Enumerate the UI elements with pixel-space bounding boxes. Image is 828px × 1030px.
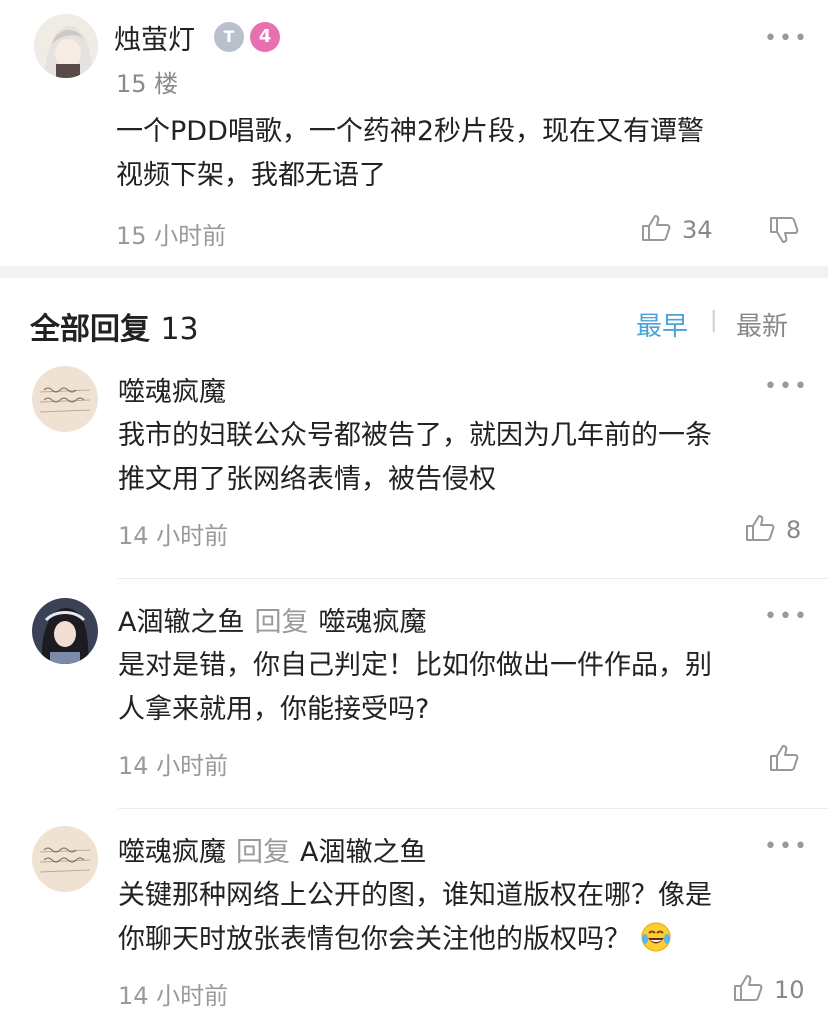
reply-like-count: 10 (774, 976, 805, 1004)
reply-header-line: A涸辙之鱼 回复 噬魂疯魔 (118, 600, 426, 639)
user-level-badge: 4 (250, 22, 280, 52)
reply-text-line-2-wrapper: 你聊天时放张表情包你会关注他的版权吗？ (118, 918, 712, 962)
reply-username[interactable]: 噬魂疯魔 (118, 370, 226, 409)
replies-title: 全部回复 (30, 312, 150, 347)
op-avatar[interactable] (34, 14, 98, 78)
reply-text-line-1: 是对是错，你自己判定！比如你做出一件作品，别 (118, 650, 712, 681)
thumbs-down-icon[interactable] (768, 214, 800, 246)
reply-text-line-2: 你聊天时放张表情包你会关注他的版权吗？ (118, 924, 631, 955)
section-separator (0, 266, 828, 278)
thumbs-up-icon[interactable] (768, 742, 800, 774)
sort-newest-tab[interactable]: 最新 (736, 306, 788, 343)
reply-text-line-2: 人拿来就用，你能接受吗? (118, 694, 430, 725)
op-like-count: 34 (682, 216, 713, 244)
thumbs-up-icon[interactable] (744, 512, 776, 544)
reply-label: 回复 (236, 837, 290, 868)
reply-avatar[interactable] (32, 598, 98, 664)
floor-number: 15 楼 (116, 70, 179, 98)
thumbs-up-icon[interactable] (732, 972, 764, 1004)
reply-timestamp: 14 小时前 (118, 982, 229, 1010)
op-username[interactable]: 烛萤灯 (114, 18, 195, 57)
more-dots-icon[interactable]: ••• (764, 26, 809, 51)
more-dots-icon[interactable]: ••• (764, 374, 809, 399)
reply-text: 我市的妇联公众号都被告了，就因为几年前的一条 推文用了张网络表情，被告侵权 (118, 414, 712, 502)
reply-username[interactable]: A涸辙之鱼 (118, 607, 244, 638)
reply-text-line-1: 关键那种网络上公开的图，谁知道版权在哪？像是 (118, 880, 712, 911)
thumbs-up-icon[interactable] (640, 212, 672, 244)
reply-like-count: 8 (786, 516, 802, 544)
op-text-line-1: 一个PDD唱歌，一个药神2秒片段，现在又有谭警 (116, 116, 705, 147)
user-tag-badge: T (214, 22, 244, 52)
reply-divider (118, 808, 828, 809)
reply-avatar[interactable] (32, 366, 98, 432)
more-dots-icon[interactable]: ••• (764, 834, 809, 859)
reply-text-line-2: 推文用了张网络表情，被告侵权 (118, 464, 496, 495)
sort-separator: | (710, 308, 718, 333)
replies-count: 13 (160, 312, 199, 347)
replies-header: 全部回复 13 (30, 304, 199, 348)
reply-divider (118, 578, 828, 579)
reply-timestamp: 14 小时前 (118, 522, 229, 550)
op-comment-text: 一个PDD唱歌，一个药神2秒片段，现在又有谭警 视频下架，我都无语了 (116, 110, 704, 198)
reply-username[interactable]: 噬魂疯魔 (118, 837, 226, 868)
op-timestamp: 15 小时前 (116, 222, 227, 250)
reply-timestamp: 14 小时前 (118, 752, 229, 780)
laughing-tears-emoji-icon (640, 921, 672, 953)
reply-to-username[interactable]: 噬魂疯魔 (318, 607, 426, 638)
reply-text-line-1: 我市的妇联公众号都被告了，就因为几年前的一条 (118, 420, 712, 451)
reply-label: 回复 (254, 607, 309, 638)
more-dots-icon[interactable]: ••• (764, 604, 809, 629)
reply-text: 是对是错，你自己判定！比如你做出一件作品，别 人拿来就用，你能接受吗? (118, 644, 712, 732)
sort-earliest-tab[interactable]: 最早 (636, 306, 688, 343)
reply-avatar[interactable] (32, 826, 98, 892)
reply-to-username[interactable]: A涸辙之鱼 (300, 837, 426, 868)
reply-header-line: 噬魂疯魔 回复 A涸辙之鱼 (118, 830, 426, 869)
reply-text: 关键那种网络上公开的图，谁知道版权在哪？像是 你聊天时放张表情包你会关注他的版权… (118, 874, 712, 962)
op-text-line-2: 视频下架，我都无语了 (116, 160, 386, 191)
